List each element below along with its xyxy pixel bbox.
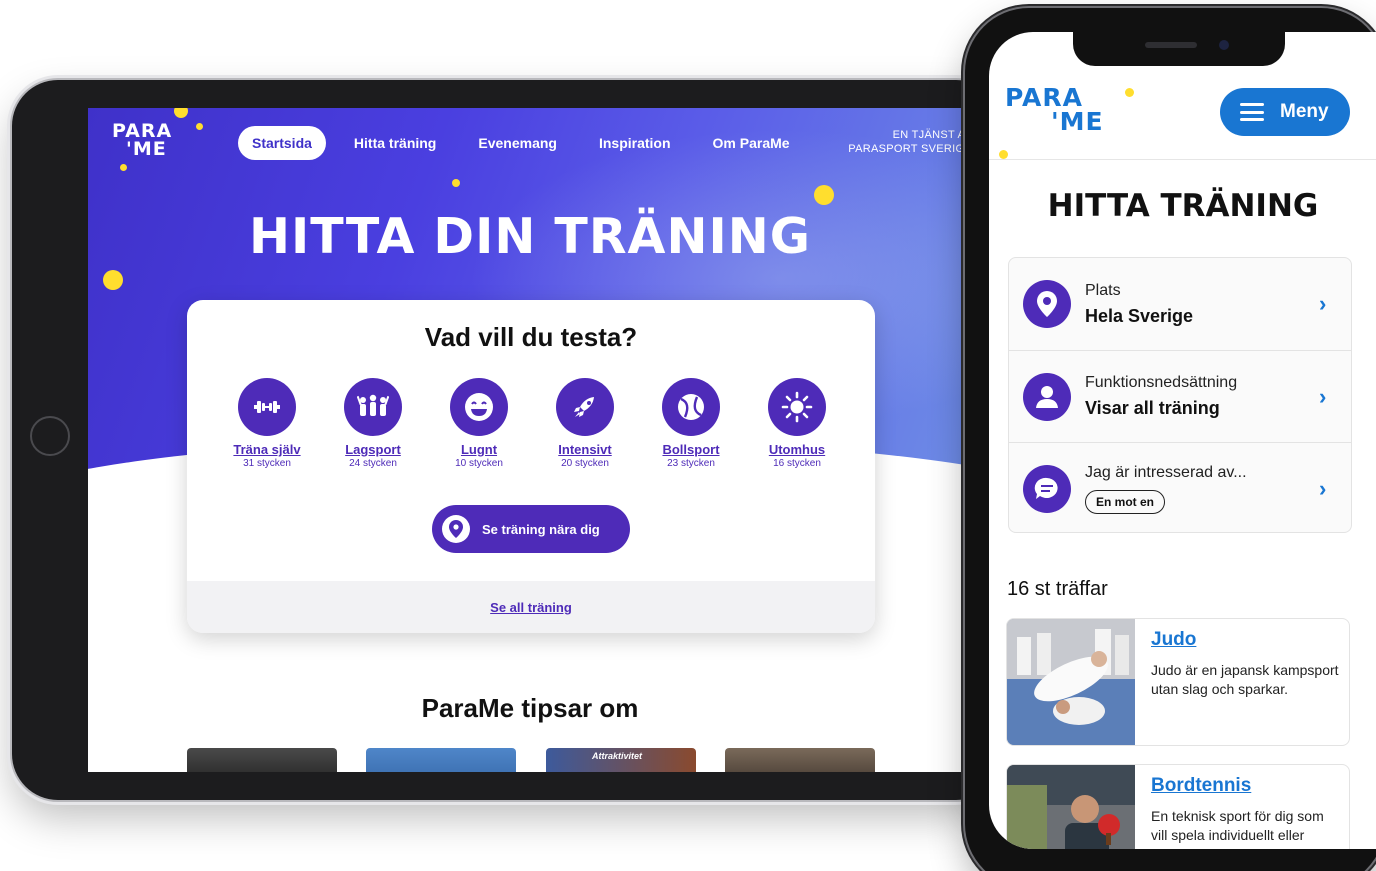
decor-dot [120, 164, 127, 171]
filter-value: Hela Sverige [1085, 305, 1194, 326]
service-by-text[interactable]: EN TJÄNST AV PARASPORT SVERIGE [848, 128, 972, 156]
nav-evenemang[interactable]: Evenemang [464, 126, 571, 160]
parame-logo[interactable]: PARA 'ME [112, 122, 172, 160]
hits-count: 16 st träffar [1007, 578, 1108, 600]
decor-dot [196, 123, 203, 130]
rocket-icon [556, 378, 614, 436]
filter-label: Funktionsnedsättning [1085, 374, 1238, 391]
service-line: EN TJÄNST AV [892, 129, 972, 141]
category-count: 10 stycken [455, 458, 503, 469]
sun-icon [768, 378, 826, 436]
category-lagsport[interactable]: Lagsport 24 stycken [323, 378, 423, 469]
category-count: 31 stycken [243, 458, 291, 469]
team-icon [344, 378, 402, 436]
category-name: Bollsport [662, 442, 720, 457]
category-list: Träna själv 31 stycken Lagsport 24 styck… [217, 378, 847, 469]
category-lugnt[interactable]: Lugnt 10 stycken [429, 378, 529, 469]
category-utomhus[interactable]: Utomhus 16 stycken [747, 378, 847, 469]
category-count: 16 stycken [773, 458, 821, 469]
result-title-link[interactable]: Judo [1151, 629, 1196, 651]
result-description: En teknisk sport för dig som vill spela … [1151, 808, 1324, 849]
nav-om-parame[interactable]: Om ParaMe [699, 126, 804, 160]
interest-tag[interactable]: En mot en [1085, 489, 1166, 514]
dumbbell-icon [238, 378, 296, 436]
filter-disability[interactable]: Funktionsnedsättning Visar all träning › [1009, 350, 1351, 442]
card-footer: Se all träning [187, 581, 875, 633]
decor-dot [814, 185, 834, 205]
filter-panel: Plats Hela Sverige › Funktionsnedsättnin… [1008, 257, 1352, 533]
chat-bubble-icon [1023, 464, 1071, 513]
phone-device: PARA 'ME Meny HITTA TRÄNING Plats Hela S… [965, 8, 1376, 871]
near-button-label: Se träning nära dig [482, 521, 600, 537]
parame-logo[interactable]: PARA 'ME [1005, 85, 1104, 136]
nav-startsida[interactable]: Startsida [238, 126, 326, 160]
location-pin-icon [442, 515, 470, 543]
result-card[interactable]: Bordtennis En teknisk sport för dig som … [1006, 764, 1350, 849]
tablet-home-button [30, 416, 70, 456]
hero-title: HITTA DIN TRÄNING [249, 208, 811, 265]
category-name: Lagsport [345, 442, 401, 457]
category-bollsport[interactable]: Bollsport 23 stycken [641, 378, 741, 469]
category-trana-sjalv[interactable]: Träna själv 31 stycken [217, 378, 317, 469]
tip-thumbnail[interactable] [366, 748, 516, 772]
category-count: 23 stycken [667, 458, 715, 469]
service-line: PARASPORT SVERIGE [848, 143, 972, 155]
logo-text: 'ME [126, 138, 167, 160]
category-count: 24 stycken [349, 458, 397, 469]
tip-thumbnail[interactable]: Attraktivitet [546, 748, 696, 772]
card-title: Vad vill du testa? [424, 322, 638, 352]
logo-text: 'ME [1051, 107, 1104, 136]
main-nav: Startsida Hitta träning Evenemang Inspir… [238, 126, 818, 160]
table-tennis-photo [1007, 765, 1135, 849]
filter-location[interactable]: Plats Hela Sverige › [1009, 258, 1351, 350]
phone-screen: PARA 'ME Meny HITTA TRÄNING Plats Hela S… [989, 32, 1376, 849]
category-intensivt[interactable]: Intensivt 20 stycken [535, 378, 635, 469]
decor-dot [452, 179, 460, 187]
speaker-grille [1145, 42, 1197, 48]
category-name: Intensivt [558, 442, 612, 457]
tip-thumbnail[interactable] [725, 748, 875, 772]
nav-inspiration[interactable]: Inspiration [585, 126, 685, 160]
filter-value: Visar all träning [1085, 398, 1220, 418]
chevron-right-icon: › [1319, 291, 1327, 316]
decor-dot [103, 270, 123, 290]
menu-label: Meny [1280, 101, 1329, 122]
phone-notch [1073, 32, 1285, 66]
chevron-right-icon: › [1319, 475, 1327, 501]
filter-label: Jag är intresserad av... [1085, 463, 1247, 481]
menu-button[interactable]: Meny [1220, 88, 1350, 136]
tips-section-title: ParaMe tipsar om [421, 693, 639, 723]
front-camera [1219, 40, 1229, 50]
see-all-training-link[interactable]: Se all träning [490, 600, 572, 615]
filter-interest[interactable]: Jag är intresserad av... En mot en › [1009, 442, 1351, 534]
decor-dot [999, 150, 1008, 159]
device-mockup-stage: PARA 'ME Startsida Hitta träning Evenema… [0, 0, 1376, 871]
see-training-near-you-button[interactable]: Se träning nära dig [432, 505, 630, 553]
category-name: Träna själv [233, 442, 301, 457]
category-name: Lugnt [460, 442, 498, 457]
result-title-link[interactable]: Bordtennis [1151, 775, 1251, 797]
tablet-device: PARA 'ME Startsida Hitta träning Evenema… [12, 80, 1002, 800]
tablet-screen: PARA 'ME Startsida Hitta träning Evenema… [88, 108, 988, 772]
decor-dot [1125, 88, 1134, 97]
filter-label: Plats [1085, 281, 1121, 299]
smiley-icon [450, 378, 508, 436]
hamburger-icon [1240, 103, 1264, 121]
chevron-right-icon: › [1319, 383, 1327, 409]
category-count: 20 stycken [561, 458, 609, 469]
person-icon [1023, 372, 1071, 421]
tip-thumbnail[interactable] [187, 748, 337, 772]
nav-hitta-traning[interactable]: Hitta träning [340, 126, 450, 160]
location-pin-icon [1023, 280, 1071, 328]
page-title: HITTA TRÄNING [1047, 188, 1319, 224]
ball-icon [662, 378, 720, 436]
category-name: Utomhus [768, 442, 826, 457]
result-description: Judo är en japansk kampsport utan slag o… [1151, 662, 1339, 697]
judo-photo [1007, 619, 1135, 745]
tip-thumb-label: Attraktivitet [592, 751, 643, 761]
category-card: Vad vill du testa? Träna själv 31 stycke… [187, 300, 875, 633]
result-card[interactable]: Judo Judo är en japansk kampsport utan s… [1006, 618, 1350, 746]
